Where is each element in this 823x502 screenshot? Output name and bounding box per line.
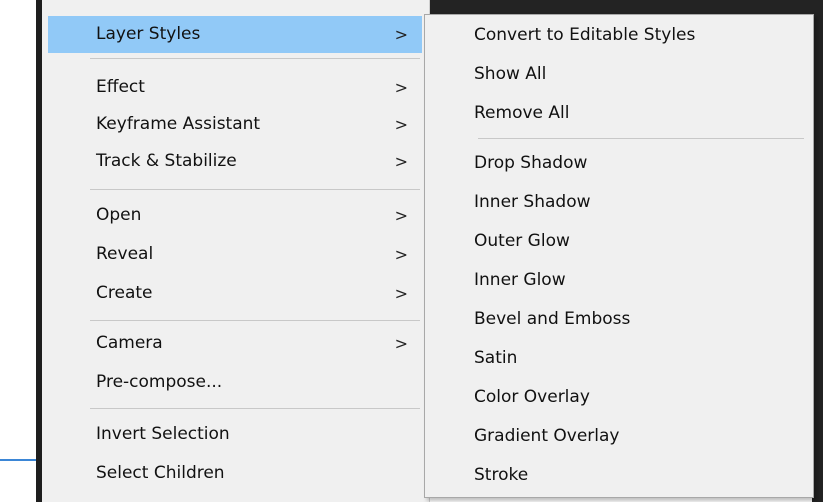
submenu-separator	[478, 138, 804, 139]
menu-separator	[90, 189, 420, 190]
menu-item-label: Pre-compose...	[96, 372, 223, 392]
menu-item-keyframe-assistant[interactable]: Keyframe Assistant >	[48, 106, 422, 143]
background-left	[0, 0, 36, 502]
menu-item-camera[interactable]: Camera >	[48, 325, 422, 362]
menu-item-label: Camera	[96, 333, 163, 353]
submenu-item-convert-to-editable-styles[interactable]: Convert to Editable Styles	[474, 17, 695, 53]
submenu-item-show-all[interactable]: Show All	[474, 56, 546, 92]
submenu-item-label: Remove All	[474, 103, 570, 123]
menu-item-open[interactable]: Open >	[48, 197, 422, 234]
submenu-item-outer-glow[interactable]: Outer Glow	[474, 223, 570, 259]
submenu-item-drop-shadow[interactable]: Drop Shadow	[474, 145, 587, 181]
background-top-dark	[430, 0, 823, 14]
submenu-item-label: Convert to Editable Styles	[474, 25, 696, 45]
submenu-arrow-icon: >	[394, 152, 408, 171]
menu-item-label: Track & Stabilize	[96, 151, 237, 171]
menu-item-reveal[interactable]: Reveal >	[48, 236, 422, 273]
submenu-item-label: Gradient Overlay	[474, 426, 620, 446]
submenu-item-gradient-overlay[interactable]: Gradient Overlay	[474, 418, 620, 454]
submenu-item-label: Color Overlay	[474, 387, 590, 407]
menu-item-label: Keyframe Assistant	[96, 114, 261, 134]
submenu-item-satin[interactable]: Satin	[474, 340, 517, 376]
submenu-arrow-icon: >	[394, 206, 408, 225]
submenu-item-color-overlay[interactable]: Color Overlay	[474, 379, 590, 415]
submenu-item-stroke[interactable]: Stroke	[474, 457, 528, 493]
submenu-item-inner-shadow[interactable]: Inner Shadow	[474, 184, 591, 220]
menu-item-label: Layer Styles	[96, 24, 201, 44]
menu-item-layer-styles[interactable]: Layer Styles >	[48, 16, 422, 53]
menu-item-label: Create	[96, 283, 153, 303]
submenu-arrow-icon: >	[394, 78, 408, 97]
menu-item-label: Reveal	[96, 244, 154, 264]
submenu-arrow-icon: >	[394, 245, 408, 264]
submenu-item-label: Bevel and Emboss	[474, 309, 631, 329]
submenu-item-label: Inner Shadow	[474, 192, 591, 212]
menu-separator	[90, 58, 420, 59]
submenu-arrow-icon: >	[394, 284, 408, 303]
submenu-arrow-icon: >	[394, 115, 408, 134]
submenu-item-label: Inner Glow	[474, 270, 566, 290]
submenu-item-label: Satin	[474, 348, 518, 368]
menu-separator	[90, 320, 420, 321]
background-blue-line	[0, 459, 36, 461]
menu-item-effect[interactable]: Effect >	[48, 69, 422, 106]
submenu-item-remove-all[interactable]: Remove All	[474, 95, 569, 131]
menu-separator	[90, 408, 420, 409]
submenu-item-label: Stroke	[474, 465, 529, 485]
menu-item-select-children[interactable]: Select Children	[48, 455, 422, 492]
submenu-arrow-icon: >	[394, 25, 408, 44]
menu-item-track-stabilize[interactable]: Track & Stabilize >	[48, 143, 422, 180]
menu-item-pre-compose[interactable]: Pre-compose...	[48, 364, 422, 401]
submenu-item-label: Show All	[474, 64, 547, 84]
menu-item-label: Open	[96, 205, 142, 225]
submenu-item-label: Outer Glow	[474, 231, 570, 251]
menu-item-create[interactable]: Create >	[48, 275, 422, 312]
menu-item-label: Select Children	[96, 463, 225, 483]
submenu-arrow-icon: >	[394, 334, 408, 353]
submenu-item-bevel-and-emboss[interactable]: Bevel and Emboss	[474, 301, 630, 337]
menu-item-label: Invert Selection	[96, 424, 230, 444]
submenu-item-label: Drop Shadow	[474, 153, 588, 173]
submenu-item-inner-glow[interactable]: Inner Glow	[474, 262, 566, 298]
menu-item-label: Effect	[96, 77, 145, 97]
menu-item-invert-selection[interactable]: Invert Selection	[48, 416, 422, 453]
